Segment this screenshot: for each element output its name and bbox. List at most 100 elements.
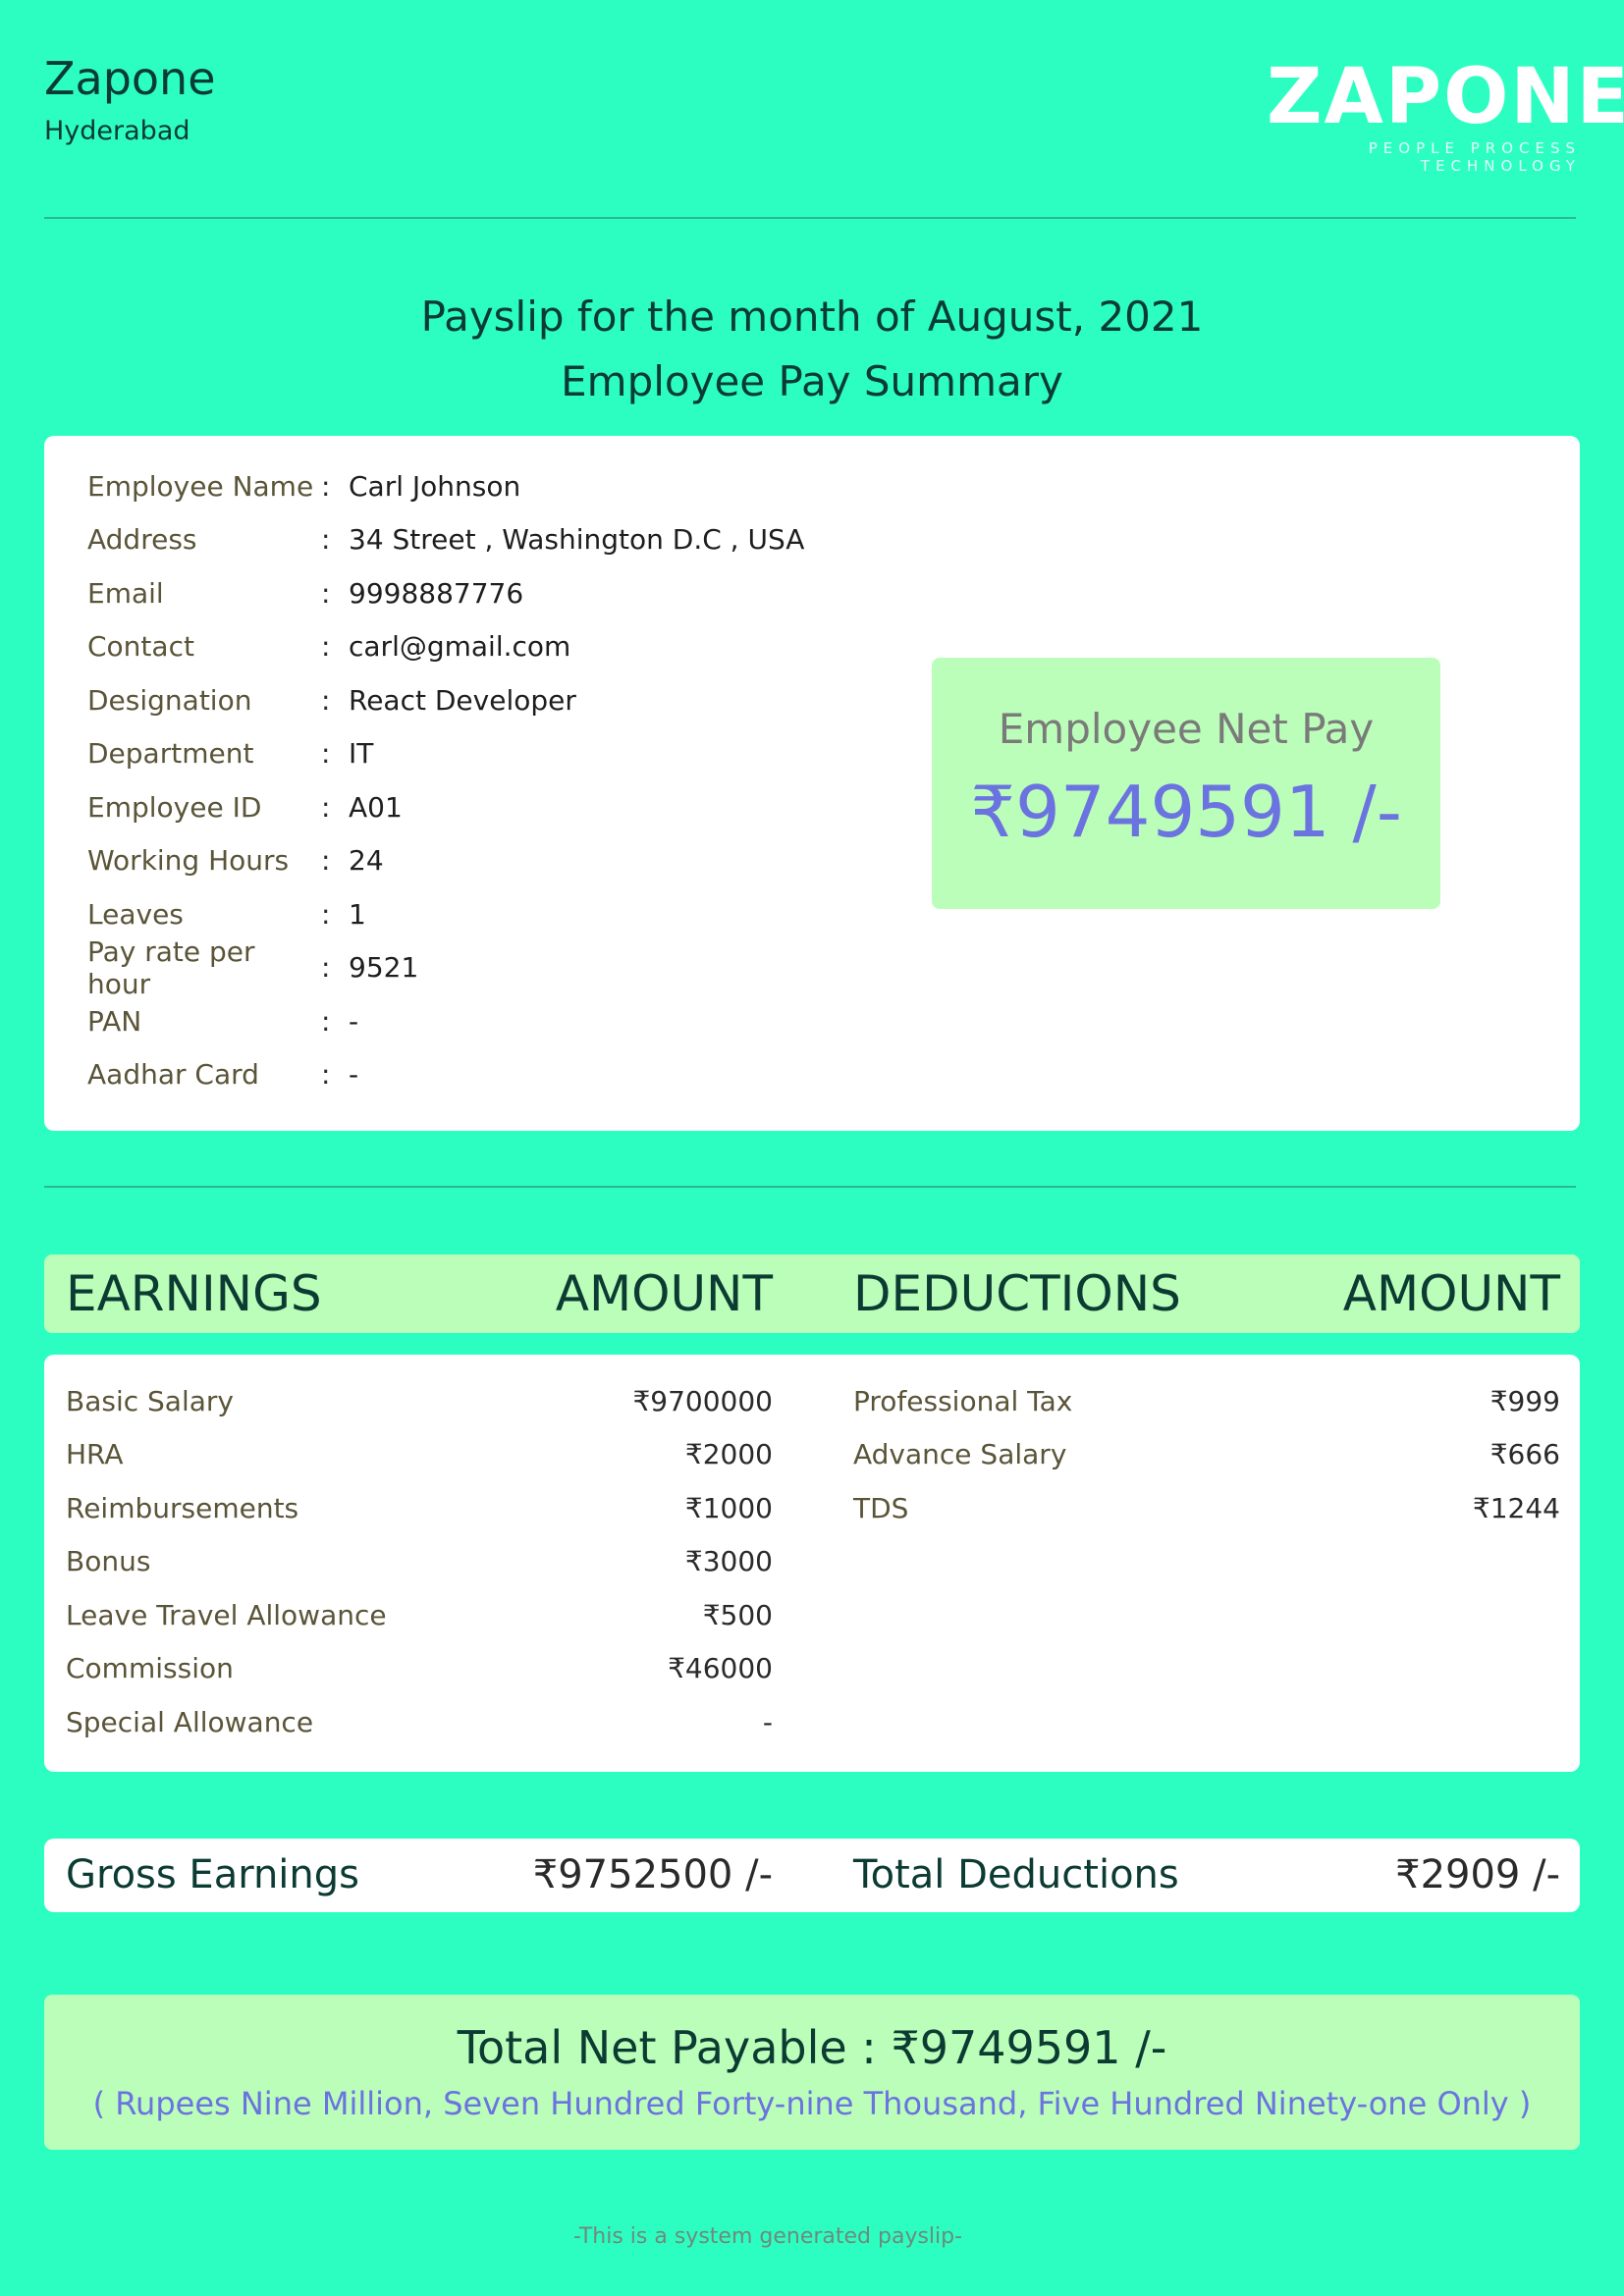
deduction-amount: ₹1244 <box>1472 1491 1560 1524</box>
info-colon: : <box>321 844 331 878</box>
net-payable-line: Total Net Payable : ₹9749591 /- <box>44 2018 1580 2077</box>
net-pay-label: Employee Net Pay <box>998 705 1375 753</box>
info-row-working-hours: Working Hours:24 <box>87 834 804 888</box>
earning-amount: ₹3000 <box>684 1545 773 1578</box>
info-value: - <box>349 1004 359 1038</box>
net-pay-value: ₹9749591 /- <box>970 771 1402 853</box>
info-label: PAN <box>87 1004 142 1038</box>
info-row-employee-name: Employee Name: Carl Johnson <box>87 459 804 513</box>
info-value: - <box>349 1058 359 1092</box>
info-label: Employee ID <box>87 790 262 824</box>
info-row-department: Department: IT <box>87 727 804 781</box>
info-value: React Developer <box>349 683 576 717</box>
employee-details-list: Employee Name: Carl Johnson Address:34 St… <box>87 459 804 1101</box>
info-colon: : <box>321 683 331 717</box>
earning-row: Leave Travel Allowance ₹500 <box>66 1588 773 1642</box>
earning-row: Special Allowance - <box>66 1695 773 1749</box>
info-row-contact: Contact: carl@gmail.com <box>87 620 804 674</box>
earning-amount: ₹9700000 <box>632 1384 773 1417</box>
info-colon: : <box>321 630 331 664</box>
info-colon: : <box>321 1004 331 1038</box>
info-value: 1 <box>349 897 366 931</box>
info-label: Leaves <box>87 897 184 931</box>
info-row-pay-rate: Pay rate per hour:9521 <box>87 935 804 1000</box>
earning-label: Commission <box>66 1652 234 1685</box>
logo-tagline: PEOPLE PROCESS TECHNOLOGY <box>1368 139 1581 175</box>
logo-wordmark: ZAPONE <box>1267 53 1624 141</box>
earning-row: Bonus ₹3000 <box>66 1535 773 1589</box>
earning-row: Commission ₹46000 <box>66 1642 773 1696</box>
earning-row: HRA ₹2000 <box>66 1428 773 1482</box>
info-row-leaves: Leaves:1 <box>87 887 804 941</box>
earning-label: Reimbursements <box>66 1491 299 1524</box>
info-label: Working Hours <box>87 844 290 878</box>
earning-amount: ₹2000 <box>684 1438 773 1471</box>
info-value: A01 <box>349 790 403 824</box>
page-header: Zapone Hyderabad ZAPONE PEOPLE PROCESS T… <box>44 49 1624 175</box>
earning-label: Bonus <box>66 1545 151 1578</box>
info-value: Carl Johnson <box>349 469 521 503</box>
info-row-pan: PAN: - <box>87 994 804 1048</box>
info-label: Aadhar Card <box>87 1058 259 1092</box>
earning-amount: - <box>762 1705 773 1738</box>
employee-info-card: Employee Name: Carl Johnson Address:34 St… <box>44 436 1580 1131</box>
earning-label: Leave Travel Allowance <box>66 1598 387 1631</box>
earning-amount: ₹500 <box>702 1598 773 1631</box>
earning-row: Basic Salary ₹9700000 <box>66 1374 773 1428</box>
deduction-row: Advance Salary ₹666 <box>853 1428 1560 1482</box>
deductions-amount-heading: AMOUNT <box>1342 1265 1560 1322</box>
info-value: 24 <box>349 844 384 878</box>
deduction-label: Advance Salary <box>853 1438 1067 1471</box>
deduction-amount: ₹999 <box>1489 1384 1560 1417</box>
info-row-email: Email:9998887776 <box>87 566 804 620</box>
info-colon: : <box>321 951 331 985</box>
earning-label: HRA <box>66 1438 124 1471</box>
info-colon: : <box>321 737 331 771</box>
info-value: carl@gmail.com <box>349 630 571 664</box>
header-divider <box>44 217 1576 219</box>
earning-amount: ₹1000 <box>684 1491 773 1524</box>
earnings-deductions-header: EARNINGS AMOUNT DEDUCTIONS AMOUNT <box>44 1255 1580 1333</box>
info-value: 9998887776 <box>349 576 524 610</box>
company-logo: ZAPONE PEOPLE PROCESS TECHNOLOGY <box>1267 53 1624 175</box>
gross-earnings-value: ₹9752500 /- <box>532 1852 773 1897</box>
earning-label: Special Allowance <box>66 1705 314 1738</box>
info-label: Employee Name <box>87 469 314 503</box>
info-row-address: Address:34 Street , Washington D.C , USA <box>87 513 804 567</box>
earning-amount: ₹46000 <box>668 1652 773 1685</box>
net-payable-in-words: ( Rupees Nine Million, Seven Hundred For… <box>92 2085 1532 2122</box>
deduction-label: TDS <box>853 1491 909 1524</box>
info-label: Designation <box>87 683 252 717</box>
deductions-list: Professional Tax ₹999 Advance Salary ₹666 … <box>853 1374 1560 1535</box>
info-colon: : <box>321 469 331 503</box>
earnings-deductions-table: Basic Salary ₹9700000 HRA ₹2000 Reimbursem… <box>44 1355 1580 1772</box>
total-net-payable-box: Total Net Payable : ₹9749591 /- ( Rupees… <box>44 1995 1580 2150</box>
deduction-label: Professional Tax <box>853 1384 1073 1417</box>
earning-row: Reimbursements ₹1000 <box>66 1481 773 1535</box>
info-label: Address <box>87 523 197 557</box>
earnings-amount-heading: AMOUNT <box>555 1265 773 1322</box>
info-colon: : <box>321 897 331 931</box>
info-label: Pay rate per hour <box>87 934 255 1000</box>
deduction-row: TDS ₹1244 <box>853 1481 1560 1535</box>
info-label: Contact <box>87 630 194 664</box>
footer-note: -This is a system generated payslip- <box>572 2224 963 2249</box>
info-row-designation: Designation: React Developer <box>87 673 804 727</box>
earning-label: Basic Salary <box>66 1384 234 1417</box>
info-label: Email <box>87 576 164 610</box>
info-colon: : <box>321 790 331 824</box>
deduction-amount: ₹666 <box>1489 1438 1560 1471</box>
totals-row: Gross Earnings ₹9752500 /- Total Deducti… <box>44 1839 1580 1912</box>
earnings-list: Basic Salary ₹9700000 HRA ₹2000 Reimbursem… <box>66 1374 773 1749</box>
info-value: 34 Street , Washington D.C , USA <box>349 523 805 557</box>
deduction-row: Professional Tax ₹999 <box>853 1374 1560 1428</box>
info-value: IT <box>349 737 374 771</box>
info-colon: : <box>321 523 331 557</box>
info-row-employee-id: Employee ID: A01 <box>87 780 804 834</box>
section-divider <box>44 1186 1576 1188</box>
info-colon: : <box>321 576 331 610</box>
employee-net-pay-box: Employee Net Pay ₹9749591 /- <box>932 658 1440 909</box>
info-colon: : <box>321 1058 331 1092</box>
info-label: Department <box>87 737 254 771</box>
payslip-month-title: Payslip for the month of August, 2021 <box>420 293 1204 341</box>
